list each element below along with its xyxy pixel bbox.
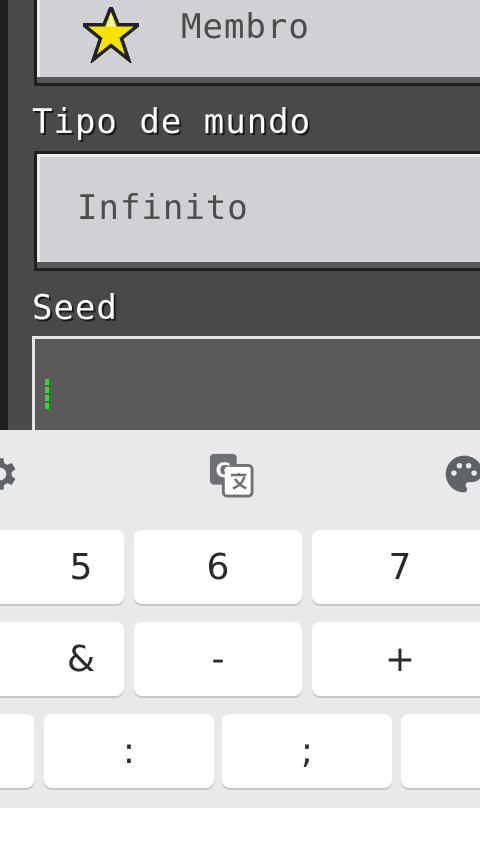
member-button[interactable]: Membro [34,0,480,86]
seed-input[interactable] [32,336,480,430]
key-semicolon[interactable]: ; [222,714,392,788]
world-settings-panel: Membro Tipo de mundo Infinito Seed [0,0,480,430]
world-type-label: Tipo de mundo [32,102,312,142]
key-partial-right[interactable] [401,714,480,788]
bottom-strip [0,808,480,854]
key-5[interactable]: 5 [0,530,124,604]
member-label: Membro [181,7,310,47]
translate-icon[interactable]: G [208,452,254,498]
key-plus[interactable]: + [312,622,480,696]
key-minus[interactable]: - [134,622,302,696]
star-icon [83,7,139,63]
panel-left-edge [0,0,8,430]
world-type-dropdown[interactable]: Infinito [34,151,480,271]
key-7[interactable]: 7 [312,530,480,604]
key-partial-left[interactable] [0,714,34,788]
svg-text:G: G [216,459,232,482]
world-type-value: Infinito [77,188,249,228]
key-ampersand[interactable]: & [0,622,124,696]
key-6[interactable]: 6 [134,530,302,604]
keyboard-toolbar: G [0,430,480,520]
gear-icon[interactable] [0,452,20,496]
seed-label: Seed [32,288,118,328]
palette-icon[interactable] [442,452,480,496]
on-screen-keyboard: G 5 6 7 & - + : ; [0,430,480,854]
text-caret [45,379,49,411]
key-colon[interactable]: : [44,714,214,788]
